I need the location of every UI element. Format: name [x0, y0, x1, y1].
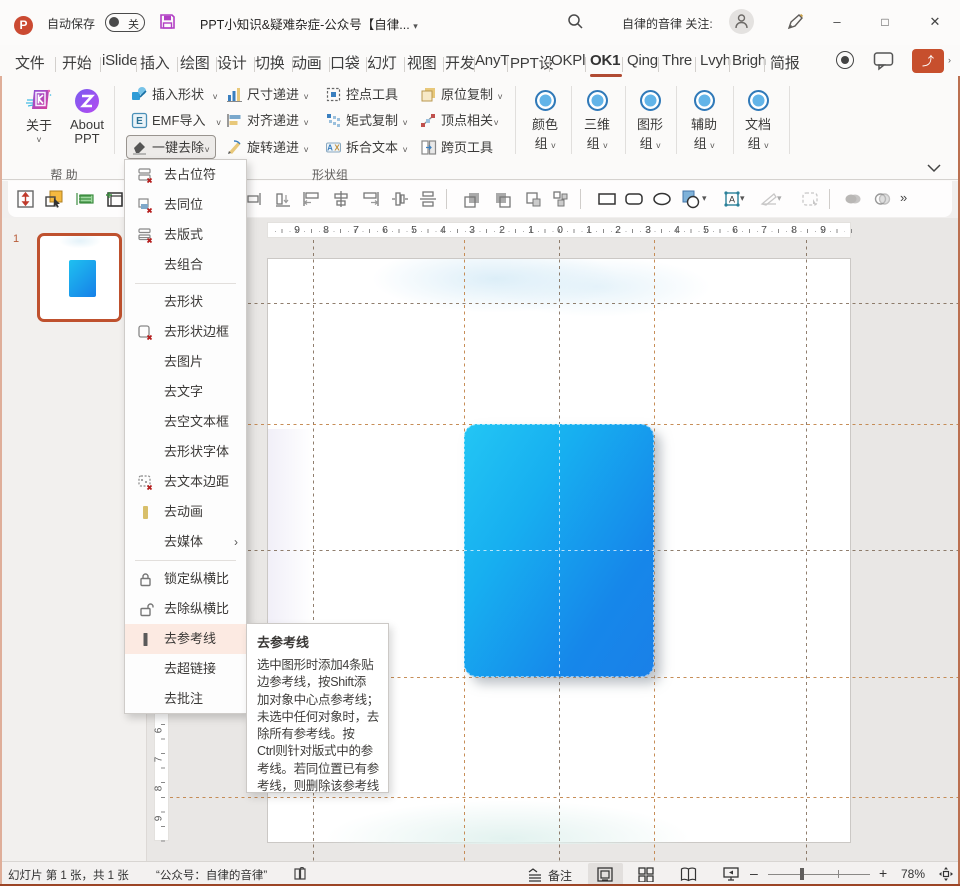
svg-text:X: X	[334, 144, 340, 153]
svg-text:E: E	[136, 116, 143, 127]
svg-text:A: A	[729, 195, 735, 205]
svg-text:A: A	[327, 144, 333, 153]
